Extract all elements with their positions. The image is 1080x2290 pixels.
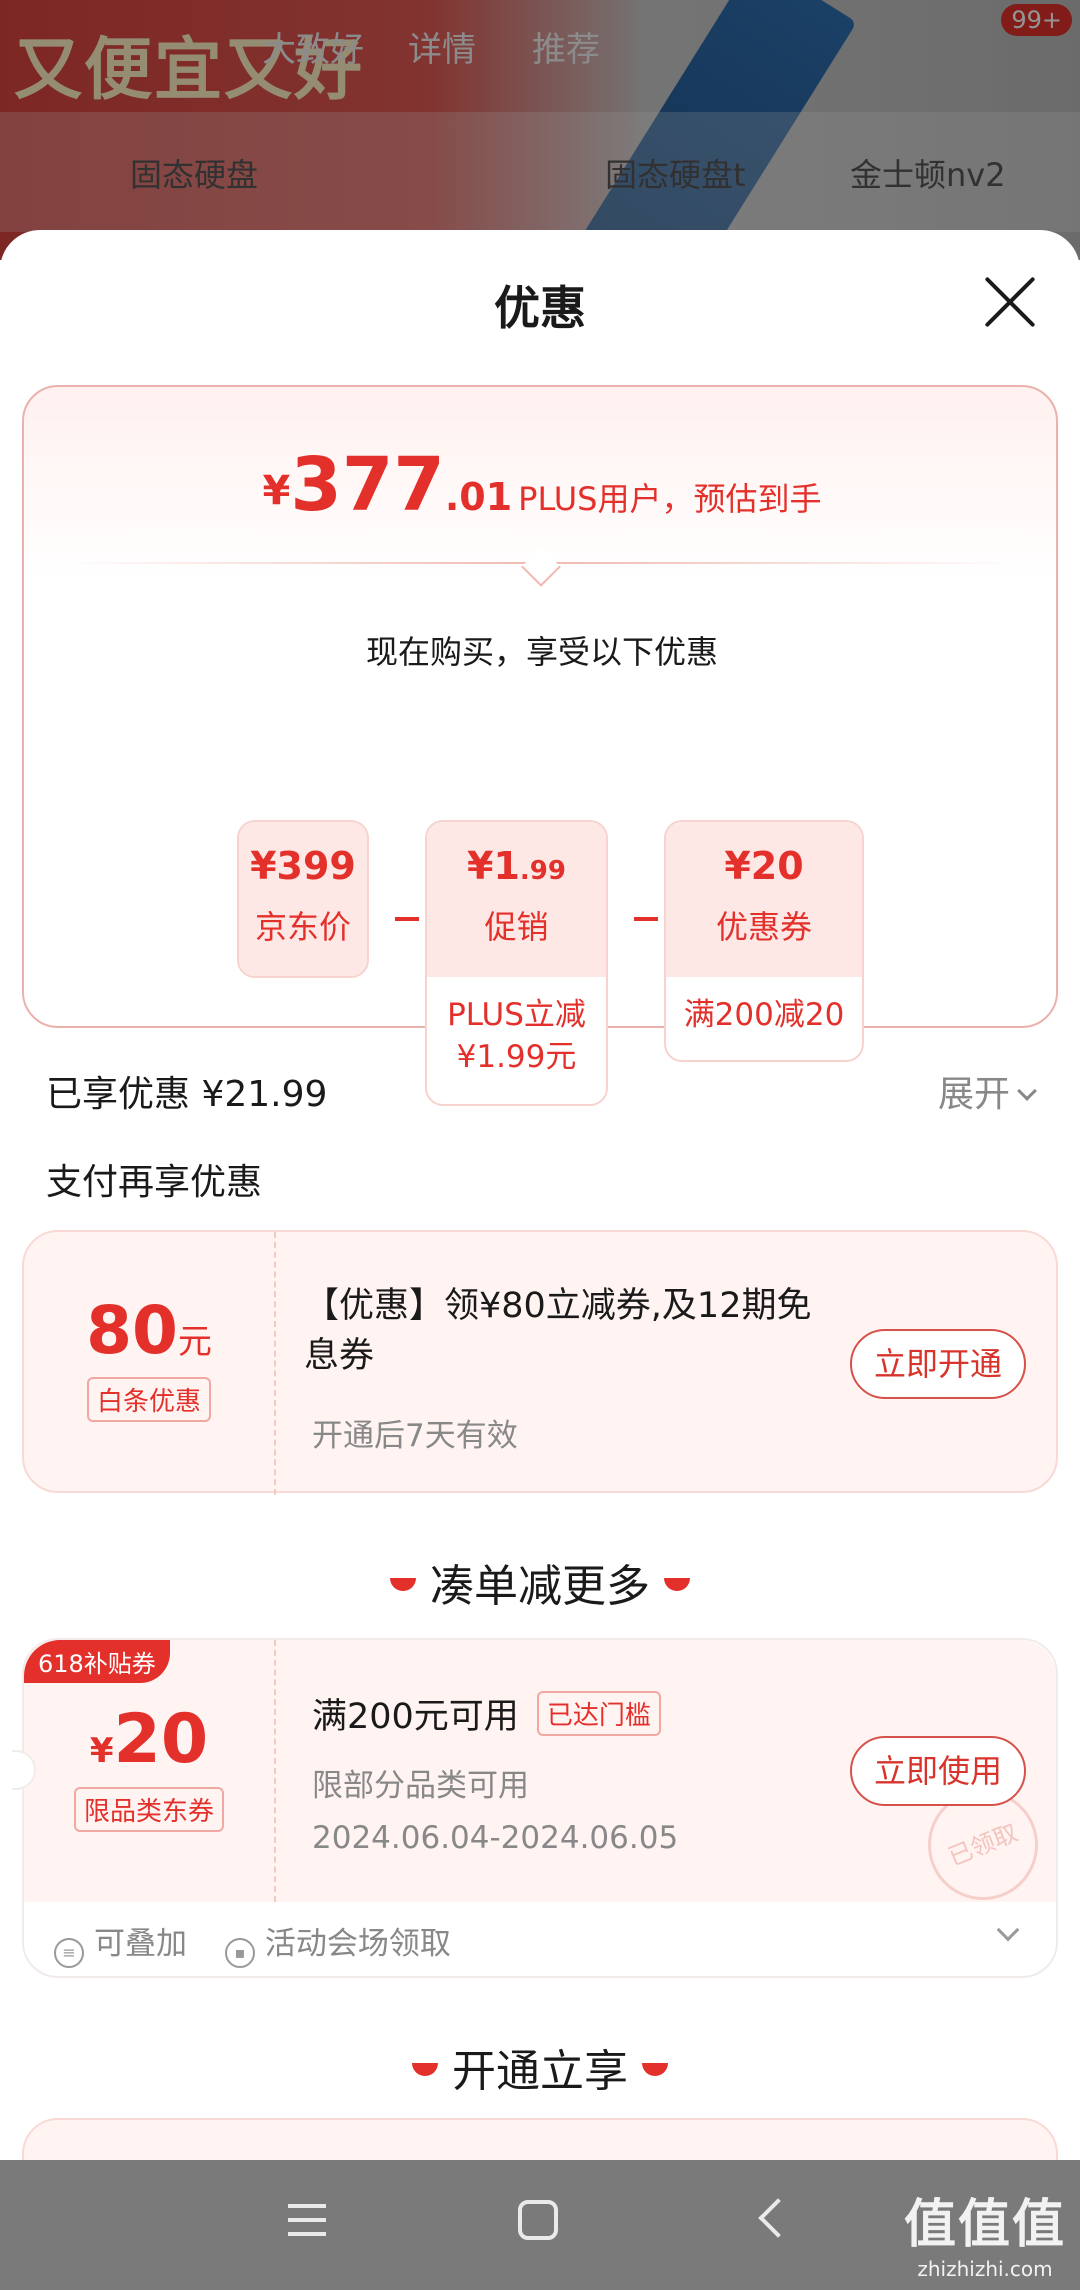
smile-icon [412,2063,438,2076]
price-note: PLUS用户，预估到手 [518,480,822,518]
chip-detail: 满200减20 [683,997,845,1033]
chip-value: ¥399 [250,844,356,888]
discount-sheet: 优惠 ¥377.01 PLUS用户，预估到手 现在购买，享受以下优惠 ¥399 京… [0,230,1080,2160]
coupon-date-range: 2024.06.04-2024.06.05 [312,1820,679,1856]
estimated-price: ¥377.01 PLUS用户，预估到手 [24,442,1060,528]
offer-unit: 元 [177,1322,212,1362]
chip-label: 促销 [484,908,549,946]
watermark-text: 值值值 [903,2195,1066,2255]
coupon-card: ¥20 限品类东券 618补贴券 满200元可用 已达门槛 限部分品类可用 202… [12,1638,1058,1978]
expand-toggle[interactable]: 展开 [937,1065,1037,1117]
chip-label: 京东价 [254,908,351,946]
chip-value: ¥20 [724,844,804,888]
combine-more-heading: 凑单减更多 [0,1550,1080,1614]
coupon-title: 满200元可用 已达门槛 [312,1688,661,1739]
section-title-text: 凑单减更多 [430,1561,650,1612]
watermark-logo: 值值值 zhizhizhi.com [904,2182,1066,2281]
coupon-footer: ≡ 可叠加 ▪ 活动会场领取 [54,1918,479,1968]
venue-icon: ▪ [224,1938,255,1968]
price-integer: 377 [290,442,445,528]
chip-value-decimal: .99 [519,856,566,886]
offer-amount-panel: 80元 白条优惠 [24,1232,276,1495]
home-icon[interactable] [518,2200,558,2240]
chip-jd-price: ¥399 京东价 [237,820,369,978]
buy-now-text: 现在购买，享受以下优惠 [365,633,718,671]
smile-icon [664,1578,690,1591]
use-now-button[interactable]: 立即使用 [850,1736,1026,1806]
chip-detail: PLUS立减 ¥1.99元 [447,997,586,1075]
subsidy-badge: 618补贴券 [24,1640,170,1683]
baitiao-offer-card: 80元 白条优惠 【优惠】领¥80立减券,及12期免息券 开通后7天有效 立即开… [22,1230,1058,1495]
close-icon[interactable] [980,272,1040,332]
modal-overlay[interactable] [0,0,1080,260]
stackable-label: 可叠加 [94,1926,187,1962]
next-offer-card [22,2118,1058,2160]
system-nav-bar: 值值值 zhizhizhi.com [0,2160,1080,2290]
coupon-amount: 20 [113,1700,209,1779]
minus-icon [395,917,419,921]
coupon-condition: 满200元可用 [312,1697,519,1737]
divider-arrow-icon [521,547,561,587]
expand-label: 展开 [937,1074,1010,1115]
enjoyed-discount-total: 已享优惠 ¥21.99 [46,1074,328,1115]
chip-value: ¥1 [467,844,520,888]
sheet-title: 优惠 [494,281,586,335]
smile-icon [642,2063,668,2076]
smile-icon [390,1578,416,1591]
coupon-scope: 限部分品类可用 [312,1768,529,1804]
offer-amount: 80 [86,1292,178,1369]
chevron-down-icon[interactable] [996,1918,1020,1942]
price-currency: ¥ [262,468,291,514]
pay-more-heading: 支付再享优惠 [46,1162,263,1203]
minus-icon [634,917,658,921]
chip-promotion: ¥1.99 促销 PLUS立减 ¥1.99元 [425,820,608,1106]
chip-label: 优惠券 [715,908,812,946]
recent-apps-icon[interactable] [288,2204,326,2238]
price-summary-card: ¥377.01 PLUS用户，预估到手 现在购买，享受以下优惠 ¥399 京东价 … [22,385,1060,1106]
baitiao-tag: 白条优惠 [86,1377,211,1422]
open-enjoy-heading: 开通立享 [0,2035,1080,2099]
offer-description: 【优惠】领¥80立减券,及12期免息券 [304,1286,812,1376]
coupon-category-tag: 限品类东券 [73,1787,224,1832]
coupon-body: ¥20 限品类东券 618补贴券 满200元可用 已达门槛 限部分品类可用 202… [24,1640,1056,1902]
price-decimal: .01 [444,475,513,519]
chevron-down-icon [1017,1081,1037,1101]
source-label: 活动会场领取 [264,1926,451,1962]
chip-coupon: ¥20 优惠券 满200减20 [664,820,864,1062]
activate-button[interactable]: 立即开通 [850,1329,1026,1399]
stack-icon: ≡ [54,1938,84,1968]
offer-validity: 开通后7天有效 [312,1418,518,1454]
section-title-text: 开通立享 [452,2046,628,2097]
watermark-url: zhizhizhi.com [917,2257,1053,2281]
back-icon[interactable] [758,2198,798,2238]
threshold-reached-tag: 已达门槛 [536,1691,661,1736]
coupon-currency: ¥ [89,1731,114,1771]
